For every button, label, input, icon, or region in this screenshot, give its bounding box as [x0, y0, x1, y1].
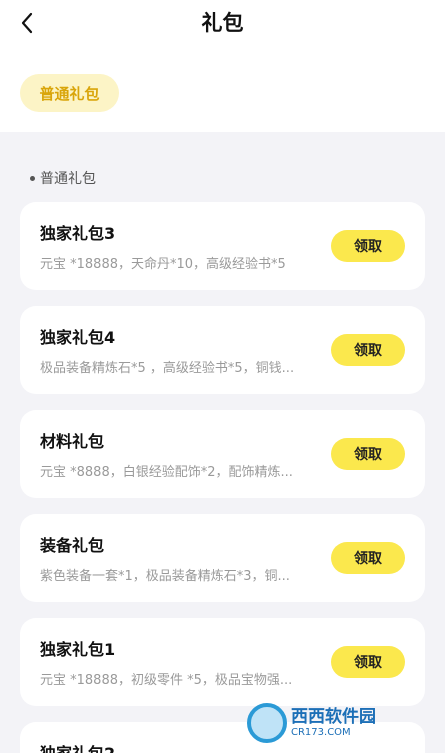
pack-name: 独家礼包4	[40, 328, 116, 347]
watermark: 西西软件园 CR173.COM	[247, 703, 427, 743]
claim-button[interactable]: 领取	[331, 334, 405, 366]
pack-card: 独家礼包1 元宝 *18888，初级零件 *5，极品宝物强... 领取	[20, 618, 425, 706]
pack-name: 独家礼包3	[40, 224, 116, 243]
pack-description: 紫色装备一套*1，极品装备精炼石*3，铜...	[40, 569, 290, 584]
top-bar: 礼包 普通礼包	[0, 0, 445, 132]
watermark-text: 西西软件园 CR173.COM	[291, 707, 376, 739]
pack-card: 独家礼包4 极品装备精炼石*5 ，高级经验书*5，铜钱... 领取	[20, 306, 425, 394]
bullet-dot	[30, 175, 35, 181]
pack-name: 材料礼包	[40, 432, 105, 451]
watermark-logo-icon	[247, 703, 287, 743]
claim-button[interactable]: 领取	[331, 230, 405, 262]
pack-card: 独家礼包3 元宝 *18888，天命丹*10，高级经验书*5 领取	[20, 202, 425, 290]
claim-button[interactable]: 领取	[331, 542, 405, 574]
section-label-text: 普通礼包	[40, 171, 96, 187]
tab-normal-pack[interactable]: 普通礼包	[20, 74, 119, 112]
pack-card: 材料礼包 元宝 *8888，白银经验配饰*2，配饰精炼... 领取	[20, 410, 425, 498]
pack-name: 装备礼包	[40, 536, 105, 555]
pack-card: 装备礼包 紫色装备一套*1，极品装备精炼石*3，铜... 领取	[20, 514, 425, 602]
pack-name: 独家礼包2	[40, 740, 115, 753]
watermark-main: 西西软件园	[291, 707, 376, 727]
claim-button[interactable]: 领取	[331, 438, 405, 470]
section-label: 普通礼包	[30, 168, 96, 188]
pack-description: 元宝 *18888，天命丹*10，高级经验书*5	[40, 257, 286, 272]
watermark-sub: CR173.COM	[291, 727, 351, 738]
pack-name: 独家礼包1	[40, 640, 116, 659]
pack-description: 元宝 *18888，初级零件 *5，极品宝物强...	[40, 673, 293, 688]
pack-description: 元宝 *8888，白银经验配饰*2，配饰精炼...	[40, 465, 293, 480]
pack-description: 极品装备精炼石*5 ，高级经验书*5，铜钱...	[40, 361, 295, 376]
claim-button[interactable]: 领取	[331, 646, 405, 678]
gift-pack-screen: 礼包 普通礼包 普通礼包 独家礼包3 元宝 *18888，天命丹*10，高级经验…	[0, 0, 445, 753]
page-title: 礼包	[201, 11, 244, 35]
